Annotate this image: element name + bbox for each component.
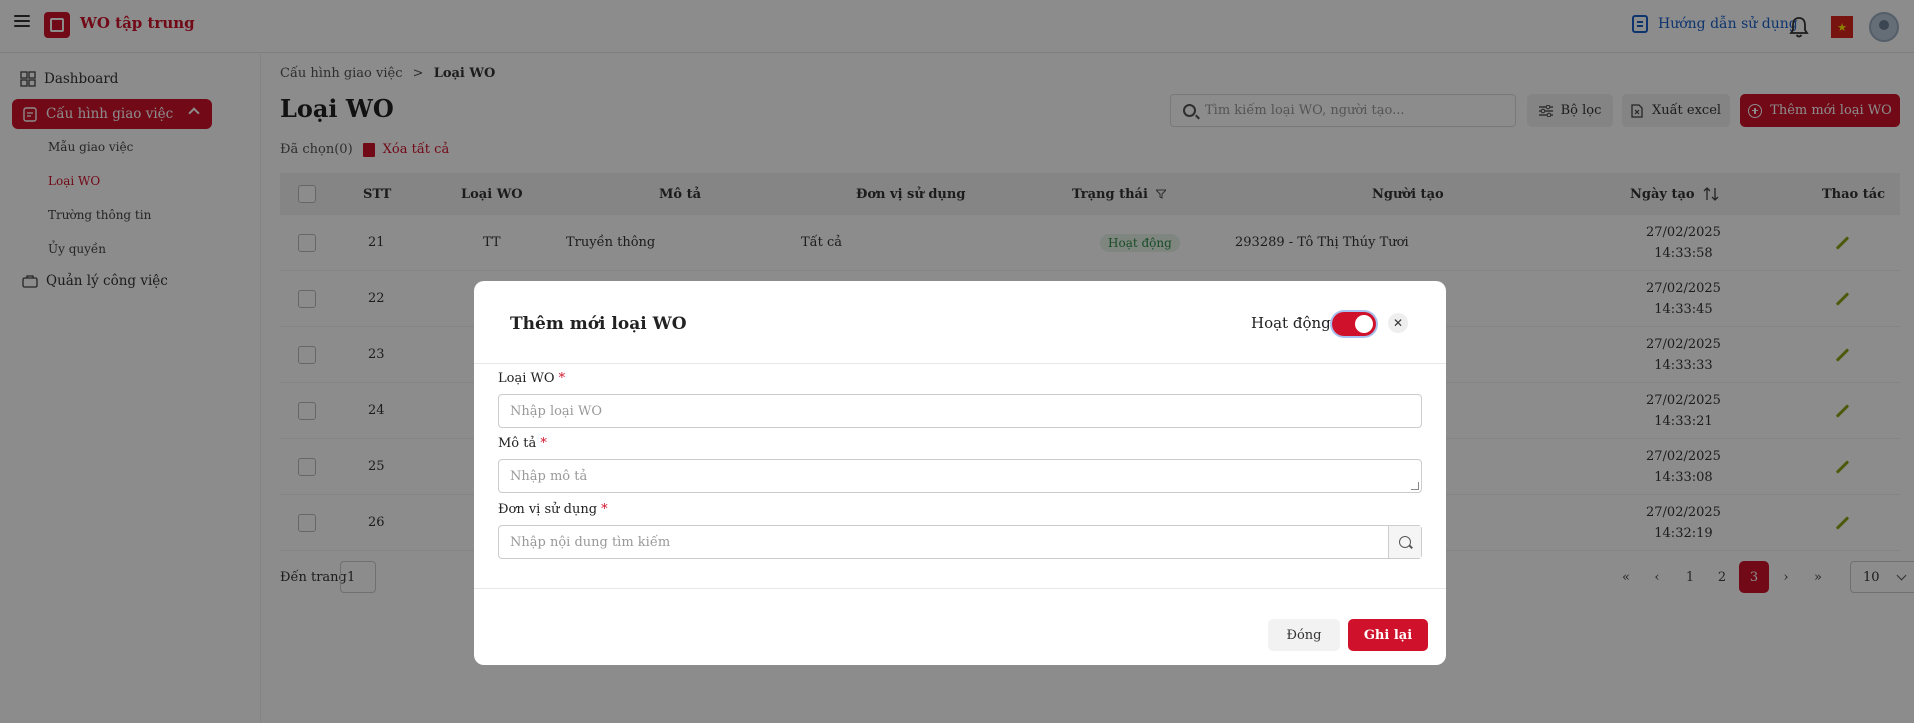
close-icon[interactable]: ✕ (1388, 313, 1408, 333)
unit-search-field[interactable]: Nhập nội dung tìm kiếm (498, 525, 1422, 559)
close-button[interactable]: Đóng (1268, 619, 1340, 651)
save-button[interactable]: Ghi lại (1348, 619, 1428, 651)
active-toggle-label: Hoạt động (1251, 314, 1331, 332)
unit-field-label: Đơn vị sử dụng * (498, 502, 608, 517)
description-textarea[interactable]: Nhập mô tả (498, 459, 1422, 493)
unit-placeholder: Nhập nội dung tìm kiếm (510, 534, 671, 550)
description-placeholder: Nhập mô tả (510, 468, 588, 484)
unit-search-button[interactable] (1388, 526, 1421, 558)
divider (474, 363, 1446, 364)
wo-type-field[interactable]: Nhập loại WO (498, 394, 1422, 428)
modal-title: Thêm mới loại WO (510, 314, 687, 334)
divider (474, 588, 1446, 589)
description-field-label: Mô tả * (498, 436, 547, 451)
resize-handle-icon[interactable] (1411, 482, 1419, 490)
search-icon (1399, 536, 1411, 548)
wo-type-field-label: Loại WO * (498, 371, 566, 386)
active-toggle[interactable] (1332, 312, 1376, 336)
wo-type-placeholder: Nhập loại WO (510, 403, 602, 419)
add-wo-type-modal: Thêm mới loại WO Hoạt động ✕ Loại WO * N… (474, 281, 1446, 665)
